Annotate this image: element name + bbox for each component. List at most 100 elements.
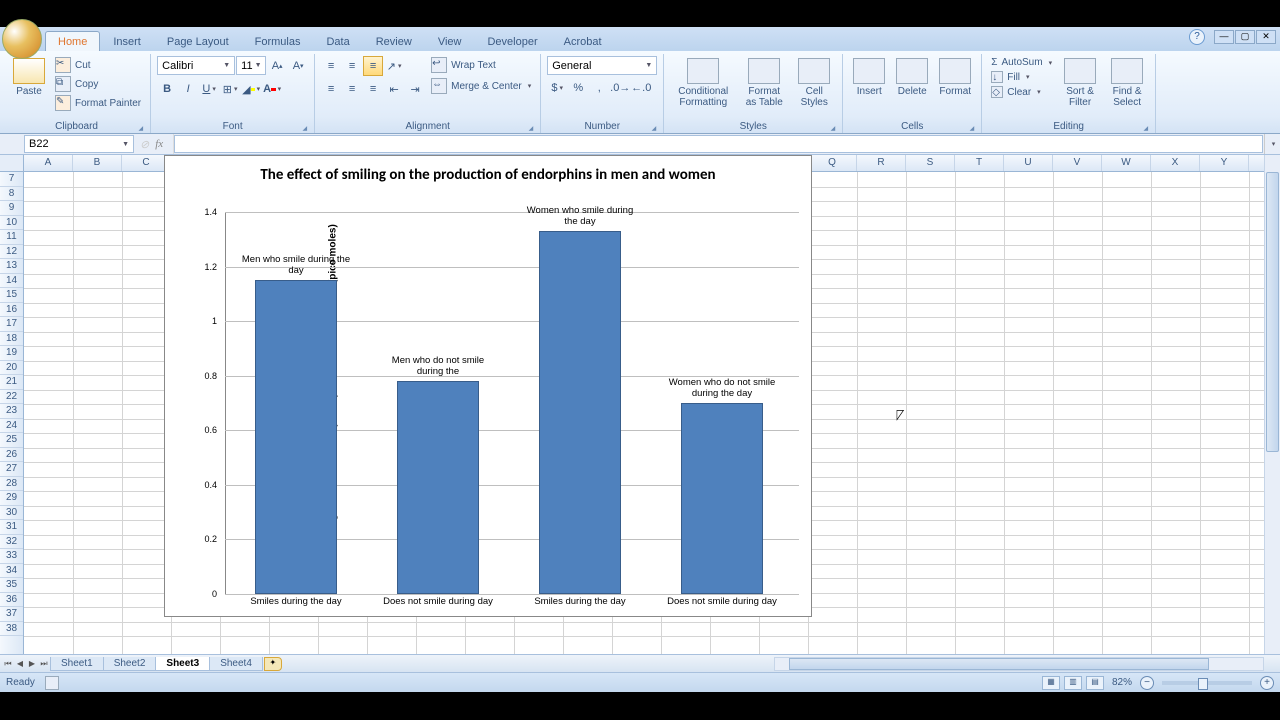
underline-button[interactable]: U▾ [199,79,219,99]
bar[interactable] [255,280,337,594]
row-header[interactable]: 9 [0,201,23,216]
spreadsheet-grid[interactable]: ABCDEFGHIJKLMNOPQRSTUVWXY 78910111213141… [0,155,1280,654]
find-select-button[interactable]: Find & Select [1105,56,1149,119]
tab-insert[interactable]: Insert [100,31,154,51]
row-header[interactable]: 17 [0,317,23,332]
conditional-formatting-button[interactable]: Conditional Formatting [670,56,736,119]
merge-center-button[interactable]: ⇔Merge & Center▾ [428,77,534,95]
first-sheet-button[interactable]: ⏮ [2,657,14,671]
column-header[interactable]: X [1151,155,1200,171]
row-header[interactable]: 19 [0,346,23,361]
increase-decimal-button[interactable]: .0→ [610,78,630,98]
column-header[interactable]: Y [1200,155,1249,171]
row-header[interactable]: 25 [0,433,23,448]
column-header[interactable]: U [1004,155,1053,171]
bar[interactable] [397,381,479,594]
row-header[interactable]: 38 [0,622,23,637]
format-button[interactable]: Format [935,56,975,119]
page-break-view-button[interactable]: ▤ [1086,676,1104,690]
zoom-slider[interactable] [1162,681,1252,685]
column-header[interactable]: R [857,155,906,171]
tab-acrobat[interactable]: Acrobat [551,31,615,51]
column-header[interactable]: A [24,155,73,171]
row-header[interactable]: 10 [0,216,23,231]
column-header[interactable]: S [906,155,955,171]
row-header[interactable]: 16 [0,303,23,318]
sheet-tab-sheet1[interactable]: Sheet1 [50,657,104,671]
office-button[interactable] [2,19,42,59]
row-header[interactable]: 13 [0,259,23,274]
column-header[interactable]: T [955,155,1004,171]
tab-view[interactable]: View [425,31,475,51]
row-header[interactable]: 30 [0,506,23,521]
column-header[interactable]: Q [808,155,857,171]
row-header[interactable]: 35 [0,578,23,593]
currency-button[interactable]: $▾ [547,78,567,98]
row-header[interactable]: 7 [0,172,23,187]
autosum-button[interactable]: ΣAutoSum▾ [988,56,1055,69]
row-header[interactable]: 15 [0,288,23,303]
format-as-table-button[interactable]: Format as Table [739,56,789,119]
zoom-out-button[interactable]: − [1140,676,1154,690]
orientation-button[interactable]: ↗▾ [384,56,404,76]
paste-button[interactable]: Paste [9,56,49,119]
sheet-tab-sheet4[interactable]: Sheet4 [209,657,263,671]
font-size-select[interactable]: 11▼ [236,56,266,75]
expand-formula-bar-button[interactable]: ▾ [1264,134,1280,154]
bar[interactable] [539,231,621,594]
row-header[interactable]: 27 [0,462,23,477]
row-header[interactable]: 11 [0,230,23,245]
bold-button[interactable]: B [157,79,177,99]
tab-developer[interactable]: Developer [474,31,550,51]
wrap-text-button[interactable]: ↩Wrap Text [428,56,534,74]
minimize-button[interactable]: — [1214,30,1234,44]
column-header[interactable]: W [1102,155,1151,171]
row-header[interactable]: 33 [0,549,23,564]
insert-button[interactable]: Insert [849,56,889,119]
next-sheet-button[interactable]: ▶ [26,657,38,671]
column-header[interactable]: V [1053,155,1102,171]
fill-color-button[interactable]: ◢▾ [241,79,261,99]
format-painter-button[interactable]: ✎Format Painter [52,94,144,112]
row-header[interactable]: 23 [0,404,23,419]
font-name-select[interactable]: Calibri▼ [157,56,235,75]
row-header[interactable]: 12 [0,245,23,260]
row-header[interactable]: 28 [0,477,23,492]
embedded-chart[interactable]: The effect of smiling on the production … [164,155,812,617]
delete-button[interactable]: Delete [892,56,932,119]
sort-filter-button[interactable]: Sort & Filter [1058,56,1102,119]
row-header[interactable]: 37 [0,607,23,622]
row-header[interactable]: 18 [0,332,23,347]
comma-button[interactable]: , [589,78,609,98]
row-header[interactable]: 8 [0,187,23,202]
row-header[interactable]: 20 [0,361,23,376]
sheet-tab-sheet3[interactable]: Sheet3 [155,657,210,671]
tab-formulas[interactable]: Formulas [242,31,314,51]
align-top-button[interactable]: ≡ [321,56,341,76]
grow-font-button[interactable]: A▴ [267,56,287,76]
tab-page-layout[interactable]: Page Layout [154,31,242,51]
align-middle-button[interactable]: ≡ [342,56,362,76]
border-button[interactable]: ⊞▾ [220,79,240,99]
row-header[interactable]: 21 [0,375,23,390]
row-header[interactable]: 34 [0,564,23,579]
select-all-button[interactable] [0,155,24,172]
macro-record-icon[interactable] [45,676,59,690]
align-center-button[interactable]: ≡ [342,79,362,99]
percent-button[interactable]: % [568,78,588,98]
row-header[interactable]: 36 [0,593,23,608]
decrease-decimal-button[interactable]: ←.0 [631,78,651,98]
vertical-scrollbar[interactable] [1264,155,1280,654]
bar[interactable] [681,403,763,594]
help-icon[interactable]: ? [1189,29,1205,45]
row-header[interactable]: 29 [0,491,23,506]
copy-button[interactable]: ⧉Copy [52,75,144,93]
maximize-button[interactable]: ▢ [1235,30,1255,44]
tab-data[interactable]: Data [313,31,362,51]
align-bottom-button[interactable]: ≡ [363,56,383,76]
row-header[interactable]: 14 [0,274,23,289]
zoom-in-button[interactable]: + [1260,676,1274,690]
increase-indent-button[interactable]: ⇥ [405,79,425,99]
tab-home[interactable]: Home [45,31,100,51]
horizontal-scrollbar[interactable] [774,657,1264,671]
